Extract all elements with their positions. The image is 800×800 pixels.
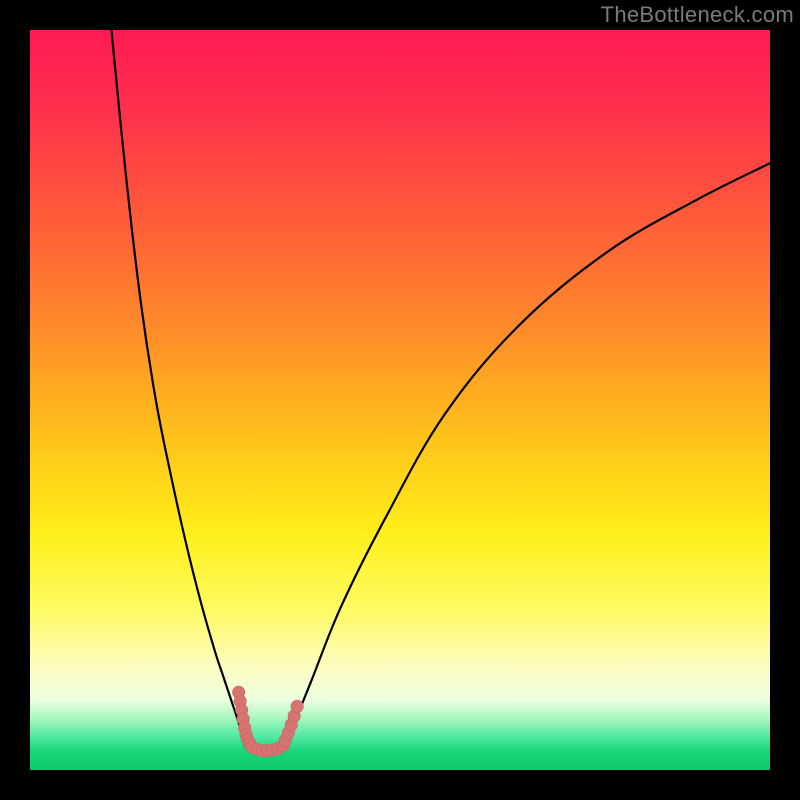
watermark-text: TheBottleneck.com xyxy=(601,2,794,28)
marker-dot xyxy=(291,700,303,712)
plot-area xyxy=(30,30,770,770)
chart-svg xyxy=(30,30,770,770)
chart-frame: TheBottleneck.com xyxy=(0,0,800,800)
gradient-background xyxy=(30,30,770,770)
